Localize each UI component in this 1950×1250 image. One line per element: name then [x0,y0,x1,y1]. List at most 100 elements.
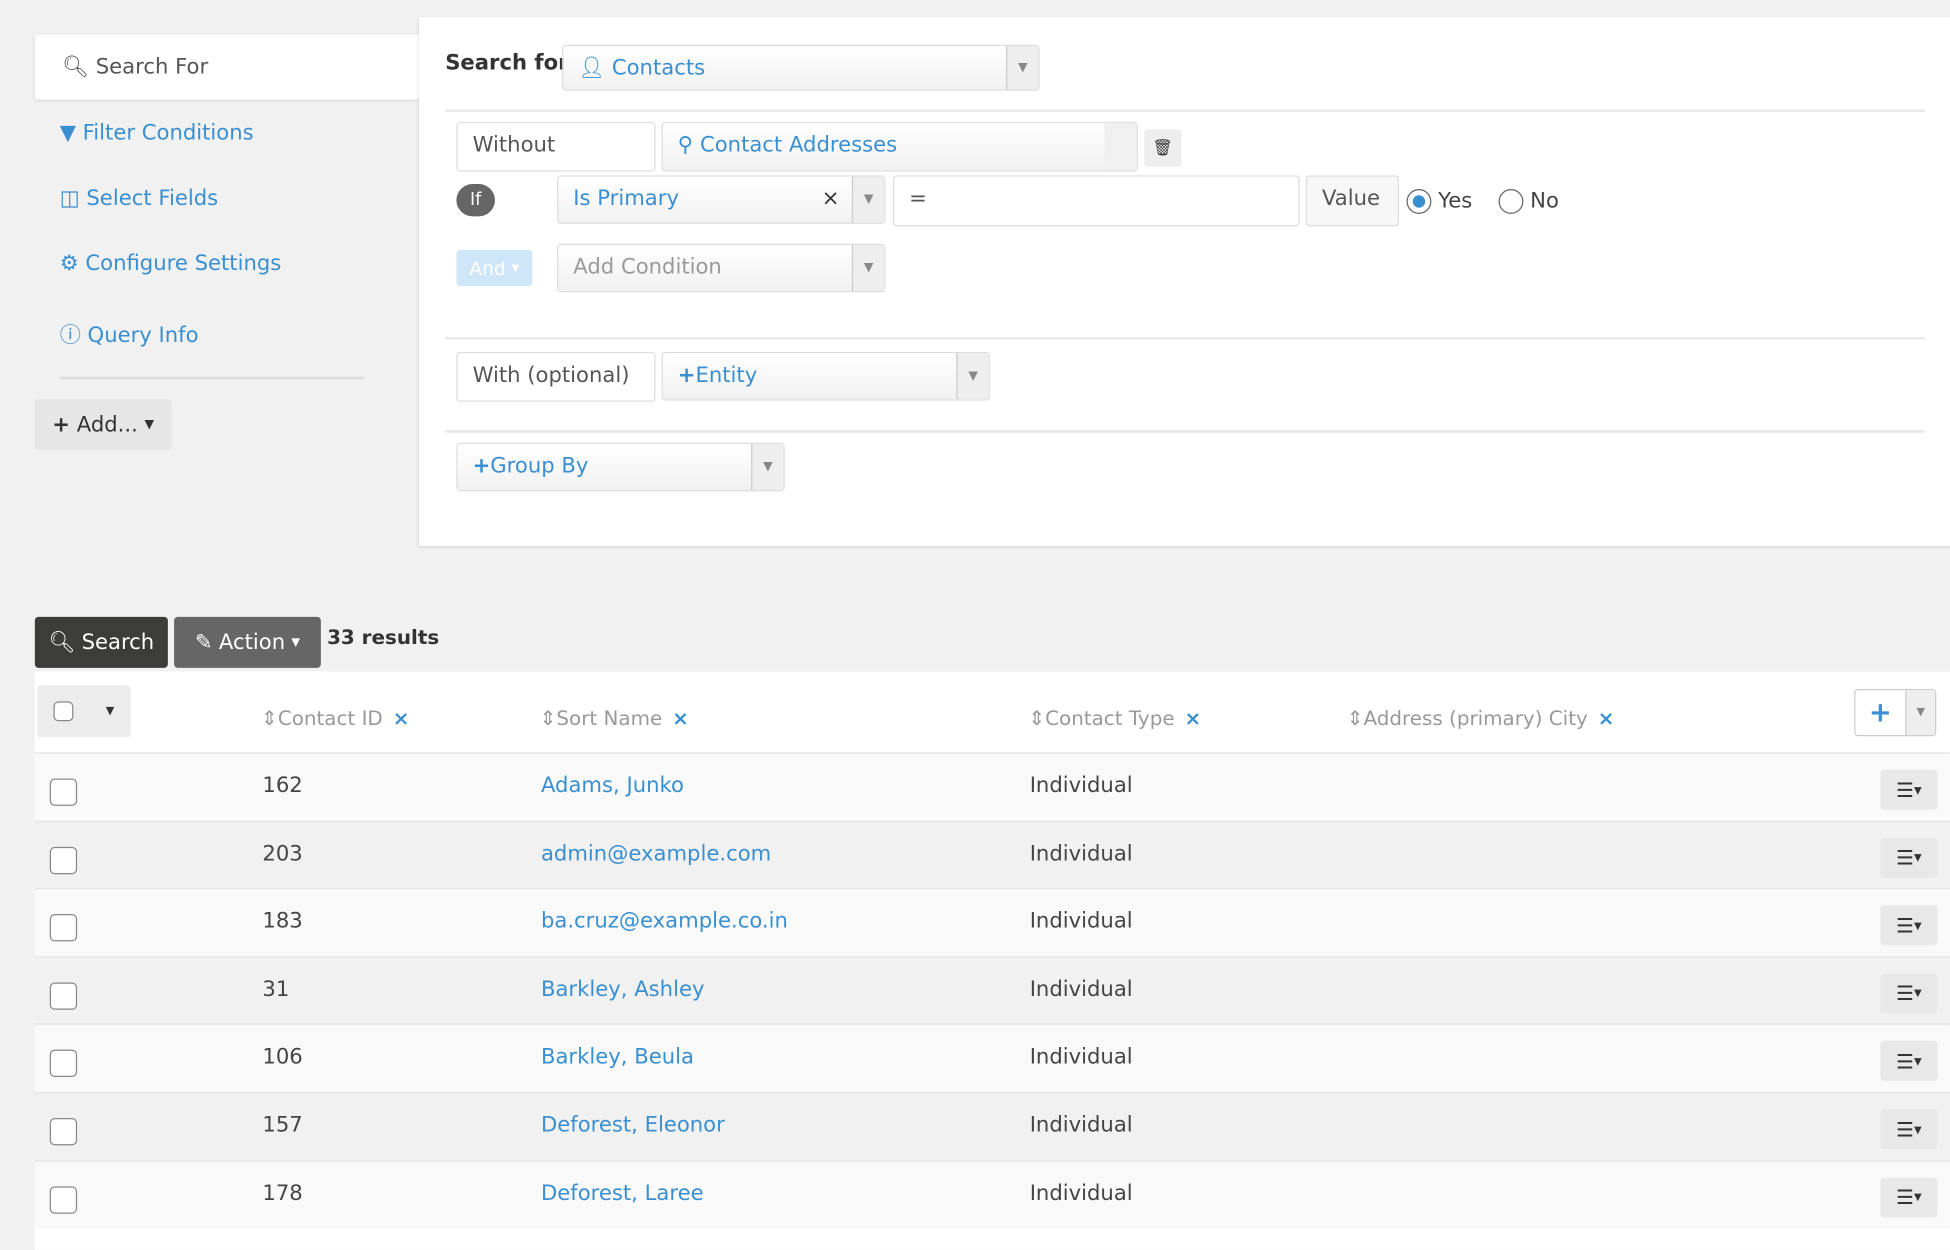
cell-contact-id: 106 [262,1045,302,1070]
caret-down-icon: ▼ [145,418,155,432]
menu-icon: ☰ [1896,982,1914,1006]
sort-icon: ⇕ [1347,706,1364,730]
column-label: Contact Type [1045,706,1174,730]
trash-icon[interactable]: 🗑︎ [1144,129,1181,166]
row-checkbox[interactable] [50,914,77,941]
and-button-label: And [469,257,505,279]
column-header-sort-name[interactable]: ⇕Sort Name× [540,706,689,730]
if-badge: If [456,184,495,216]
without-label: Without [456,122,655,172]
menu-icon: ☰ [1896,914,1914,938]
row-actions-button[interactable]: ☰▼ [1880,1041,1937,1081]
row-actions-button[interactable]: ☰▼ [1880,973,1937,1013]
cell-contact-id: 178 [262,1181,302,1206]
caret-down-icon: ▼ [1914,852,1922,863]
cell-sort-name-link[interactable]: Adams, Junko [541,774,684,799]
cell-contact-id: 157 [262,1113,302,1138]
entity-select-value: Contacts [612,56,705,81]
cell-sort-name-link[interactable]: Deforest, Laree [541,1181,704,1206]
add-button[interactable]: + Add... ▼ [35,399,172,450]
remove-column-icon[interactable]: × [672,706,689,730]
contact-icon: 👤︎ [578,56,605,81]
radio-yes-label: Yes [1438,189,1472,214]
row-actions-button[interactable]: ☰▼ [1880,770,1937,810]
radio-no-label: No [1530,189,1559,214]
columns-icon: ◫ [60,187,80,212]
cell-sort-name-link[interactable]: ba.cruz@example.co.in [541,909,788,934]
sidebar-divider [60,377,365,379]
chevron-down-icon: ▼ [852,245,884,291]
group-by-placeholder: Group By [490,454,588,479]
row-actions-button[interactable]: ☰▼ [1880,1109,1937,1149]
chevron-down-icon: ▼ [1905,690,1935,735]
cell-sort-name-link[interactable]: Barkley, Ashley [541,977,704,1002]
add-condition-select[interactable]: Add Condition ▼ [557,244,885,293]
clear-icon[interactable]: × [822,187,840,212]
table-row: 157 Deforest, Eleonor Individual ☰▼ [35,1092,1950,1160]
sidebar-item-configure-settings[interactable]: ⚙ Configure Settings [60,251,282,276]
tab-search-for[interactable]: 🔍︎ Search For [35,35,423,100]
caret-down-icon: ▼ [1914,1056,1922,1067]
row-checkbox[interactable] [50,982,77,1009]
plus-icon: + [1855,690,1905,735]
row-checkbox[interactable] [50,1186,77,1213]
sidebar-item-label: Filter Conditions [83,121,254,146]
add-button-label: Add... [77,412,138,437]
remove-column-icon[interactable]: × [1598,706,1615,730]
row-actions-button[interactable]: ☰▼ [1880,906,1937,946]
row-checkbox[interactable] [50,846,77,873]
row-actions-button[interactable]: ☰▼ [1880,838,1937,878]
remove-column-icon[interactable]: × [393,706,410,730]
sidebar-item-label: Query Info [88,323,199,348]
search-icon: 🔍︎ [62,55,89,80]
sidebar-item-query-info[interactable]: ⓘ Query Info [60,317,199,348]
row-checkbox[interactable] [50,1118,77,1145]
cell-contact-type: Individual [1030,1113,1133,1138]
caret-down-icon: ▼ [1914,784,1922,795]
caret-down-icon: ▼ [106,705,115,717]
group-by-select[interactable]: +Group By ▼ [456,443,784,492]
column-header-contact-type[interactable]: ⇕Contact Type × [1028,706,1201,730]
row-actions-button[interactable]: ☰▼ [1880,1177,1937,1217]
divider [445,430,1925,432]
table-header: ▼ ⇕Contact ID× ⇕Sort Name× ⇕Contact Type… [35,672,1950,752]
condition-field-select[interactable]: Is Primary × ▼ [557,175,885,224]
cell-sort-name-link[interactable]: admin@example.com [541,841,771,866]
pencil-icon: ✎ [195,630,213,655]
info-icon: ⓘ [60,323,81,348]
row-checkbox[interactable] [50,778,77,805]
table-row: 178 Deforest, Laree Individual ☰▼ [35,1160,1950,1228]
join-entity-select[interactable]: ⚲ Contact Addresses [662,122,1138,172]
gears-icon: ⚙ [60,251,79,276]
table-row: 31 Barkley, Ashley Individual ☰▼ [35,956,1950,1024]
cell-contact-type: Individual [1030,909,1133,934]
select-all-checkbox[interactable] [53,701,73,721]
radio-yes-input[interactable] [1407,189,1432,214]
and-button[interactable]: And ▼ [456,250,532,286]
cell-contact-type: Individual [1030,977,1133,1002]
radio-yes[interactable]: Yes [1407,189,1473,214]
add-column-button[interactable]: + ▼ [1854,689,1936,736]
add-condition-placeholder: Add Condition [573,255,722,280]
sidebar-item-filter-conditions[interactable]: ▼ Filter Conditions [60,121,254,146]
column-header-contact-id[interactable]: ⇕Contact ID× [261,706,409,730]
operator-input[interactable]: = [893,175,1300,226]
select-all-dropdown[interactable]: ▼ [37,685,130,737]
menu-icon: ☰ [1896,1117,1914,1141]
remove-column-icon[interactable]: × [1185,706,1202,730]
search-button[interactable]: 🔍︎Search [35,617,168,668]
action-button[interactable]: ✎Action▼ [174,617,321,668]
cell-sort-name-link[interactable]: Deforest, Eleonor [541,1113,725,1138]
entity-select[interactable]: 👤︎ Contacts ▼ [562,45,1040,91]
column-header-city[interactable]: ⇕Address (primary) City× [1347,706,1615,730]
cell-contact-id: 203 [262,841,302,866]
radio-no[interactable]: No [1499,189,1559,214]
row-checkbox[interactable] [50,1050,77,1077]
sidebar-item-select-fields[interactable]: ◫ Select Fields [60,187,218,212]
join-entity-value: Contact Addresses [700,133,897,158]
value-label: Value [1306,175,1399,226]
sort-icon: ⇕ [1028,706,1045,730]
with-entity-select[interactable]: +Entity ▼ [662,352,990,401]
cell-sort-name-link[interactable]: Barkley, Beula [541,1045,694,1070]
radio-no-input[interactable] [1499,189,1524,214]
